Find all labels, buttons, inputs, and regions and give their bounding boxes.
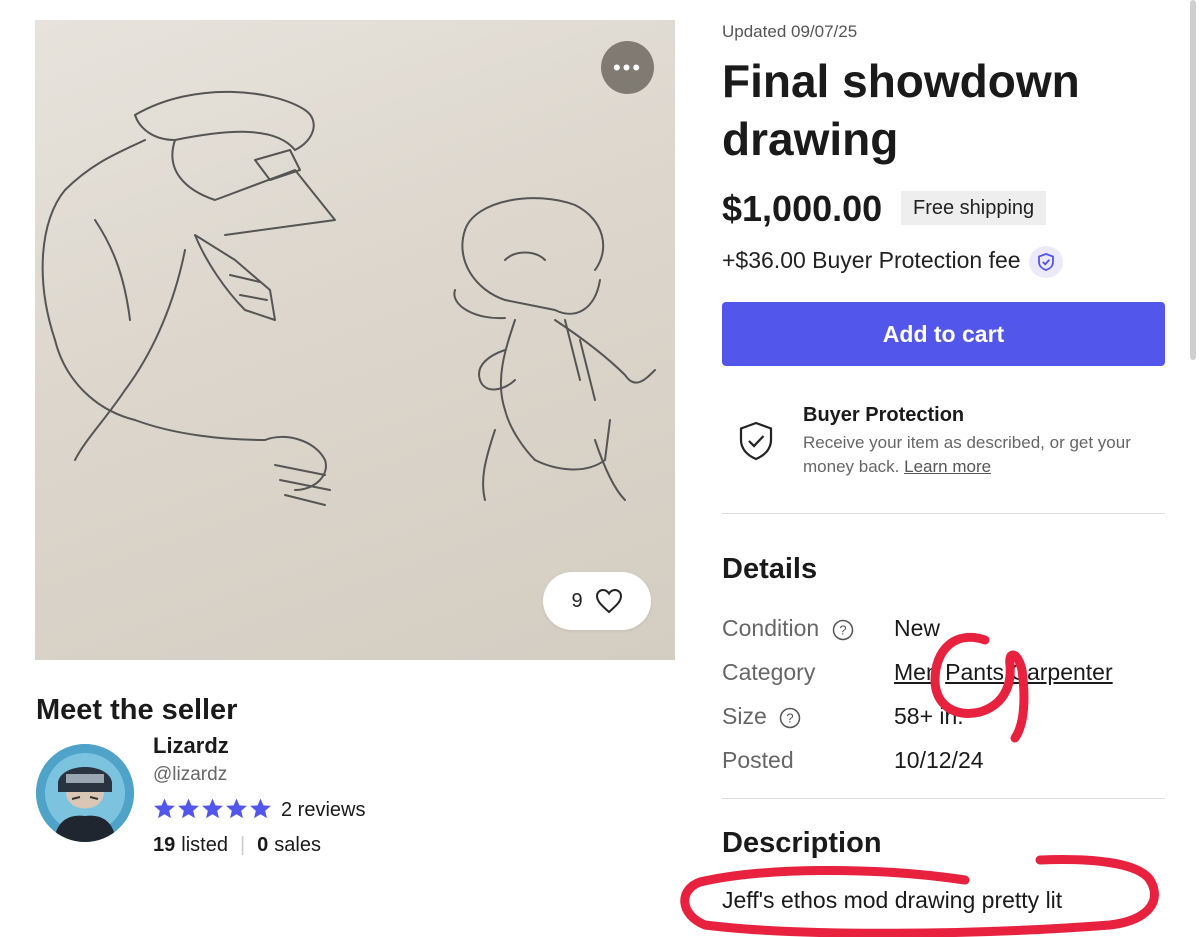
- divider: [722, 798, 1165, 799]
- seller-rating: [153, 797, 272, 820]
- shield-check-icon: [739, 421, 773, 461]
- svg-text:?: ?: [787, 710, 794, 725]
- listed-label: listed: [181, 834, 228, 856]
- star-icon: [202, 798, 223, 819]
- heart-icon: [595, 588, 622, 614]
- category-link-men[interactable]: Men: [894, 659, 939, 685]
- shipping-badge: Free shipping: [901, 191, 1047, 225]
- star-icon: [250, 798, 271, 819]
- seller-name[interactable]: Lizardz: [153, 733, 229, 759]
- detail-value-posted: 10/12/24: [894, 747, 984, 773]
- seller-avatar-image: [36, 744, 134, 842]
- description-heading: Description: [722, 827, 882, 859]
- buyer-protection-description: Receive your item as described, or get y…: [803, 431, 1163, 479]
- divider: [722, 513, 1165, 514]
- like-count: 9: [571, 589, 583, 612]
- seller-heading: Meet the seller: [36, 694, 238, 726]
- more-options-button[interactable]: •••: [601, 41, 654, 94]
- fee-info-button[interactable]: [1029, 246, 1063, 278]
- buyer-protection-fee: +$36.00 Buyer Protection fee: [722, 247, 1021, 273]
- seller-handle: @lizardz: [153, 764, 228, 785]
- details-heading: Details: [722, 553, 818, 585]
- star-icon: [178, 798, 199, 819]
- listing-title: Final showdown drawing: [722, 55, 1080, 165]
- shield-check-icon: [1038, 253, 1054, 271]
- buyer-protection-title: Buyer Protection: [803, 404, 965, 426]
- like-button[interactable]: 9: [543, 572, 651, 630]
- scrollbar[interactable]: [1190, 0, 1196, 360]
- more-options-icon: •••: [612, 54, 643, 80]
- help-icon[interactable]: ?: [779, 707, 801, 729]
- sales-count: 0: [257, 834, 269, 856]
- reviews-link[interactable]: 2 reviews: [281, 799, 365, 822]
- avatar[interactable]: [36, 744, 134, 842]
- detail-value-size: 58+ in.: [894, 703, 964, 729]
- star-icon: [154, 798, 175, 819]
- svg-text:?: ?: [839, 622, 846, 637]
- help-icon[interactable]: ?: [832, 619, 854, 641]
- product-image[interactable]: [35, 20, 675, 660]
- category-link-pants[interactable]: Pants: [945, 659, 1004, 685]
- detail-label-condition: Condition ?: [722, 615, 854, 642]
- detail-value-category: Men Pants Carpenter: [894, 659, 1113, 686]
- star-icon: [226, 798, 247, 819]
- sales-label: sales: [274, 834, 321, 856]
- add-to-cart-button[interactable]: Add to cart: [722, 302, 1165, 366]
- category-link-carpenter[interactable]: Carpenter: [1010, 659, 1112, 685]
- learn-more-link[interactable]: Learn more: [904, 457, 991, 476]
- seller-stats: 19 listed | 0 sales: [153, 834, 321, 857]
- price: $1,000.00: [722, 188, 883, 229]
- drawing-sketch: [41, 90, 656, 506]
- detail-label-size: Size ?: [722, 703, 801, 730]
- updated-date: Updated 09/07/25: [722, 22, 858, 41]
- detail-label-posted: Posted: [722, 747, 794, 773]
- detail-value-condition: New: [894, 615, 941, 641]
- listed-count: 19: [153, 834, 176, 856]
- detail-label-category: Category: [722, 659, 816, 685]
- stats-separator: |: [239, 834, 246, 856]
- description-text: Jeff's ethos mod drawing pretty lit: [722, 887, 1063, 913]
